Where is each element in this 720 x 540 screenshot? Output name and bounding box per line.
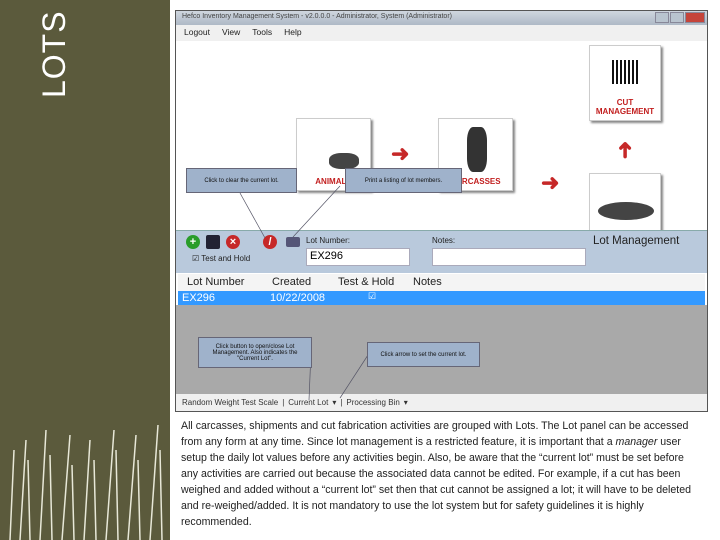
tooltip-clear-lot: Click to clear the current lot. (186, 168, 297, 193)
tooltip-open-lot: Click button to open/close Lot Managemen… (198, 337, 312, 368)
body-text-1: All carcasses, shipments and cut fabrica… (181, 420, 689, 448)
tooltip-print-lot: Print a listing of lot members. (345, 168, 462, 193)
body-text-emphasis: manager (615, 436, 658, 448)
body-text-2: user setup the daily lot values before a… (181, 436, 692, 528)
slide-body-text: All carcasses, shipments and cut fabrica… (181, 418, 701, 530)
tooltip-set-lot: Click arrow to set the current lot. (367, 342, 480, 367)
